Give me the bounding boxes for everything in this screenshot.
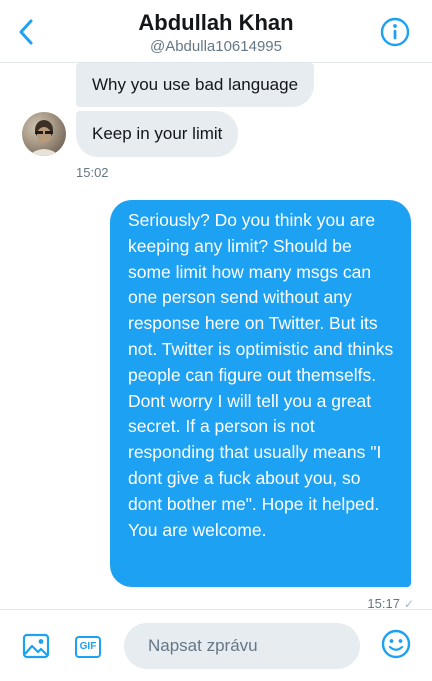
incoming-message-bubble[interactable]: Keep in your limit [76, 111, 239, 157]
message-input[interactable] [146, 635, 338, 657]
conversation-header: Abdullah Khan @Abdulla10614995 [0, 0, 432, 63]
message-composer-bar: GIF [0, 609, 432, 681]
smiley-icon [381, 629, 411, 659]
avatar-image [28, 120, 60, 156]
gif-button[interactable]: GIF [75, 636, 101, 658]
message-input-container[interactable] [124, 623, 360, 669]
info-button[interactable] [380, 17, 410, 47]
info-icon [380, 17, 410, 47]
image-icon [22, 633, 50, 659]
contact-avatar[interactable] [22, 112, 66, 156]
incoming-message-bubble[interactable]: Why you use bad language [76, 63, 315, 107]
emoji-button[interactable] [381, 629, 411, 664]
message-timestamp: 15:02 [76, 165, 109, 180]
contact-name[interactable]: Abdullah Khan [0, 10, 432, 36]
outgoing-message-bubble[interactable]: Seriously? Do you think you are keeping … [110, 200, 411, 587]
contact-handle[interactable]: @Abdulla10614995 [0, 38, 432, 55]
add-photo-button[interactable] [22, 632, 50, 665]
